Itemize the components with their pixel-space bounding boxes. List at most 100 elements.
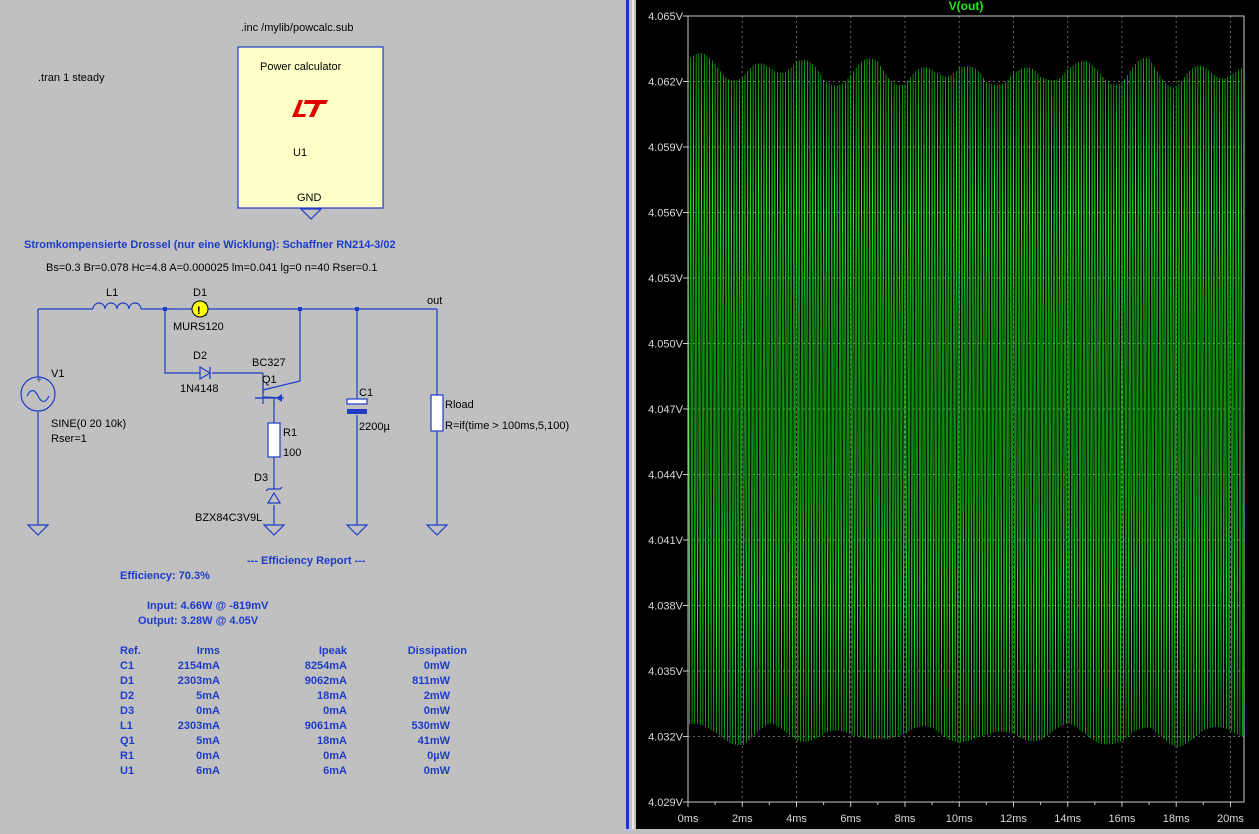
v1-label: V1 — [51, 368, 64, 380]
report-header-irms: Irms — [197, 645, 220, 657]
resistor-rload[interactable]: Rload R=if(time > 100ms,5,100) — [430, 394, 569, 432]
inductor-l1[interactable]: L1 — [92, 287, 142, 310]
r1-value: 100 — [283, 447, 301, 459]
report-header-dissipation: Dissipation — [408, 645, 468, 657]
report-cell: 0mW — [424, 765, 451, 777]
r1-label: R1 — [283, 427, 297, 439]
waveform-pane[interactable]: V(out) 4.065V 4.062V 4.059V 4.056V 4.053V 4.0… — [636, 0, 1259, 829]
rload-value: R=if(time > 100ms,5,100) — [445, 420, 569, 432]
report-cell: L1 — [120, 720, 133, 732]
power-calculator-block[interactable]: Power calculator U1 GND — [237, 46, 384, 220]
schematic-pane[interactable]: .inc /mylib/powcalc.sub .tran 1 steady P… — [0, 0, 626, 829]
zener-d3[interactable]: D3 BZX84C3V9L — [195, 472, 283, 524]
y-tick-label: 4.032V — [648, 732, 684, 744]
x-tick-label: 14ms — [1054, 813, 1081, 825]
c1-value: 2200µ — [359, 421, 390, 433]
wires — [37, 308, 438, 525]
x-tick-label: 8ms — [895, 813, 916, 825]
report-cell: 2154mA — [178, 660, 220, 672]
report-cell: 0µW — [427, 750, 450, 762]
trace-label[interactable]: V(out) — [949, 0, 984, 13]
y-axis: 4.065V 4.062V 4.059V 4.056V 4.053V 4.050V 4.04… — [648, 11, 688, 809]
y-tick-label: 4.044V — [648, 470, 684, 482]
report-cell: D2 — [120, 690, 134, 702]
inductor-parameters[interactable]: Bs=0.3 Br=0.078 Hc=4.8 A=0.000025 lm=0.0… — [46, 262, 377, 274]
x-tick-label: 6ms — [840, 813, 861, 825]
svg-text:!: ! — [197, 305, 201, 317]
report-cell: 9062mA — [305, 675, 347, 687]
report-cell: R1 — [120, 750, 134, 762]
d3-label: D3 — [254, 472, 268, 484]
report-row: D3 0mA 0mA 0mW — [120, 705, 451, 717]
c1-label: C1 — [359, 387, 373, 399]
d1-label: D1 — [193, 287, 207, 299]
report-cell: 8254mA — [305, 660, 347, 672]
x-tick-label: 12ms — [1000, 813, 1027, 825]
include-directive[interactable]: .inc /mylib/powcalc.sub — [241, 22, 354, 34]
y-tick-label: 4.056V — [648, 208, 684, 220]
report-cell: 0mA — [323, 750, 347, 762]
ground-icon — [425, 524, 449, 536]
tran-directive[interactable]: .tran 1 steady — [38, 72, 105, 84]
report-cell: 2303mA — [178, 675, 220, 687]
report-cell: 6mA — [196, 765, 220, 777]
report-cell: 2mW — [424, 690, 451, 702]
d2-model: 1N4148 — [180, 383, 219, 395]
report-cell: 0mW — [424, 660, 451, 672]
x-tick-label: 16ms — [1108, 813, 1135, 825]
report-cell: 2303mA — [178, 720, 220, 732]
waveform-plot[interactable]: V(out) 4.065V4.062V4.059V4.056V4.053V4.0… — [636, 0, 1259, 829]
y-tick-label: 4.059V — [648, 142, 684, 154]
x-tick-label: 20ms — [1217, 813, 1244, 825]
power-block-gnd-pin: GND — [297, 192, 322, 204]
l1-label: L1 — [106, 287, 118, 299]
y-tick-label: 4.053V — [648, 273, 684, 285]
report-input: Input: 4.66W @ -819mV — [147, 600, 269, 612]
report-cell: 811mW — [412, 675, 451, 687]
ground-symbols — [26, 524, 449, 536]
voltage-source-v1[interactable]: + V1 SINE(0 20 10k) Rser=1 — [20, 368, 126, 445]
report-table-body: C1 2154mA 8254mA 0mW D1 2303mA 9062mA 811mW D2 5m… — [120, 660, 451, 777]
report-title: --- Efficiency Report --- — [247, 555, 366, 567]
x-tick-label: 0ms — [678, 813, 699, 825]
report-cell: C1 — [120, 660, 134, 672]
report-cell: 0mA — [323, 705, 347, 717]
ground-icon — [262, 524, 286, 536]
transistor-q1[interactable]: BC327 Q1 — [252, 357, 301, 404]
report-row: D1 2303mA 9062mA 811mW — [120, 675, 451, 687]
ground-icon — [26, 524, 50, 536]
capacitor-c1[interactable]: C1 2200µ — [346, 387, 390, 433]
resistor-r1[interactable]: R1 100 — [267, 422, 301, 459]
power-block-ref: U1 — [293, 147, 307, 159]
report-table-header: Ref. Irms Ipeak Dissipation — [120, 645, 467, 657]
y-tick-label: 4.062V — [648, 77, 684, 89]
report-cell: 0mW — [424, 705, 451, 717]
report-cell: 41mW — [418, 735, 451, 747]
report-cell: 6mA — [323, 765, 347, 777]
report-cell: 0mA — [196, 750, 220, 762]
q1-label: Q1 — [262, 374, 277, 386]
pane-splitter[interactable] — [626, 0, 636, 829]
v1-value: SINE(0 20 10k) — [51, 418, 126, 430]
report-cell: 18mA — [317, 735, 347, 747]
report-cell: 5mA — [196, 735, 220, 747]
report-cell: Q1 — [120, 735, 135, 747]
diode-d1[interactable]: ! D1 MURS120 — [173, 287, 224, 333]
report-cell: U1 — [120, 765, 134, 777]
report-cell: 0mA — [196, 705, 220, 717]
report-cell: 5mA — [196, 690, 220, 702]
trace-v-out[interactable] — [687, 53, 1243, 748]
x-tick-label: 4ms — [786, 813, 807, 825]
d1-model: MURS120 — [173, 321, 224, 333]
y-tick-label: 4.038V — [648, 601, 684, 613]
y-tick-label: 4.029V — [648, 797, 684, 809]
y-tick-label: 4.065V — [648, 11, 684, 23]
inductor-comment[interactable]: Stromkompensierte Drossel (nur eine Wick… — [24, 239, 396, 251]
x-tick-label: 10ms — [946, 813, 973, 825]
schematic-canvas[interactable]: .inc /mylib/powcalc.sub .tran 1 steady P… — [0, 0, 626, 829]
net-label-out[interactable]: out — [427, 295, 442, 307]
report-efficiency: Efficiency: 70.3% — [120, 570, 210, 582]
y-tick-label: 4.050V — [648, 339, 684, 351]
x-tick-label: 2ms — [732, 813, 753, 825]
efficiency-report[interactable]: --- Efficiency Report --- Efficiency: 70… — [120, 555, 467, 777]
